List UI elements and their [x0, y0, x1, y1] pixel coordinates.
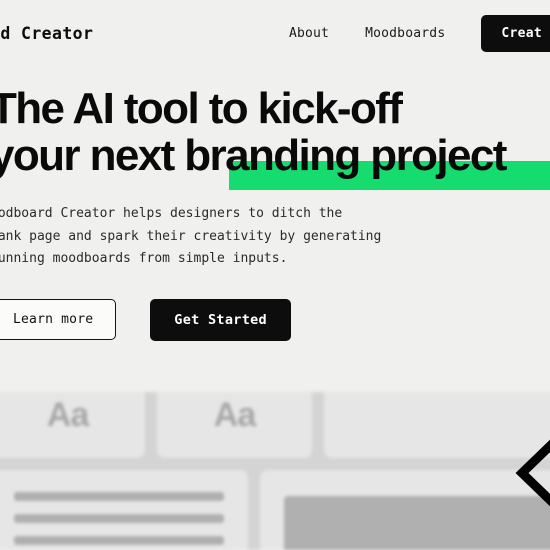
moodboard-image-card[interactable] [260, 470, 550, 550]
primary-navigation: About Moodboards Creat [289, 14, 550, 52]
placeholder-bar [14, 492, 224, 501]
nav-link-about[interactable]: About [289, 26, 329, 41]
moodboard-text-card[interactable] [0, 470, 248, 550]
hero-description-line-2: lank page and spark their creativity by … [0, 228, 382, 244]
hero-section: The AI tool to kick-off your next brandi… [0, 66, 550, 341]
create-button[interactable]: Creat [481, 14, 550, 52]
moodboard-preview-panel: Aa Aa [0, 392, 550, 550]
type-specimen-card[interactable]: Aa [0, 392, 145, 458]
hero-cta-row: Learn more Get Started [0, 298, 550, 341]
type-specimen-label: Aa [213, 395, 256, 434]
placeholder-bar [14, 514, 224, 523]
hero-description: oodboard Creator helps designers to ditc… [0, 203, 550, 271]
moodboard-row-bottom [0, 470, 550, 550]
get-started-button[interactable]: Get Started [150, 298, 291, 341]
nav-link-moodboards[interactable]: Moodboards [365, 26, 445, 41]
landing-page: rd Creator About Moodboards Creat The AI… [0, 0, 550, 550]
placeholder-block [284, 496, 550, 550]
type-specimen-card[interactable]: Aa [157, 392, 312, 458]
carousel-prev-button[interactable] [512, 438, 550, 508]
moodboard-grid: Aa Aa [0, 392, 550, 550]
type-specimen-label: Aa [46, 395, 89, 434]
placeholder-bar [14, 536, 224, 545]
chevron-left-icon [515, 439, 550, 507]
learn-more-button[interactable]: Learn more [0, 299, 117, 340]
site-header: rd Creator About Moodboards Creat [0, 0, 550, 66]
hero-description-line-3: tunning moodboards from simple inputs. [0, 251, 288, 266]
brand-logo[interactable]: rd Creator [0, 24, 93, 43]
moodboard-row-top: Aa Aa [0, 392, 550, 458]
hero-description-line-1: oodboard Creator helps designers to ditc… [0, 206, 343, 221]
headline-line-2: your next branding project [0, 133, 550, 190]
headline-line-1: The AI tool to kick-off [0, 84, 403, 133]
page-title: The AI tool to kick-off your next brandi… [0, 84, 550, 190]
